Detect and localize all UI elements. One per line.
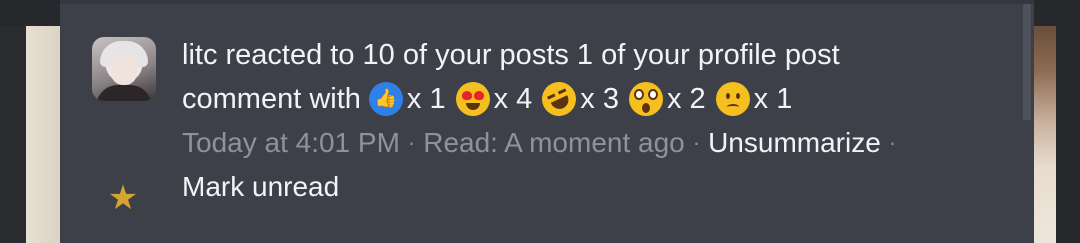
separator: · [407,130,416,155]
reaction-count: x 4 [493,83,533,115]
reaction-count: x 1 [406,83,446,115]
scrollbar[interactable] [1023,4,1031,120]
avatar[interactable] [92,37,156,101]
notification-line-2: comment with x 1 x 4 x 3 x 2 x 1 [182,76,982,122]
haha-reaction-icon [536,76,582,122]
panel-top-border [60,0,1034,4]
read-status: Read: A moment ago [423,127,685,158]
background-left [0,0,60,243]
sad-reaction-icon [715,82,750,116]
reaction-prefix: comment with [182,83,361,115]
separator: · [692,130,701,155]
timestamp: Today at 4:01 PM [182,127,400,158]
notification-line-1: litc reacted to 10 of your posts 1 of yo… [182,39,840,71]
mark-unread-link[interactable]: Mark unread [182,165,339,209]
separator: · [888,130,897,155]
mark-unread-row: Mark unread [182,165,982,209]
like-reaction-icon [368,82,403,116]
star-icon[interactable]: ★ [105,180,141,216]
love-reaction-icon [455,82,490,116]
notification-body[interactable]: litc reacted to 10 of your posts 1 of yo… [182,33,982,209]
unsummarize-link[interactable]: Unsummarize [708,121,881,165]
notification-screen: ★ litc reacted to 10 of your posts 1 of … [0,0,1080,243]
wow-reaction-icon [628,82,663,116]
notification-meta: Today at 4:01 PM · Read: A moment ago · … [182,121,982,165]
reaction-count: x 2 [666,83,706,115]
reaction-count: x 3 [580,83,619,115]
background-right [1034,0,1080,243]
reaction-count: x 1 [753,83,793,115]
